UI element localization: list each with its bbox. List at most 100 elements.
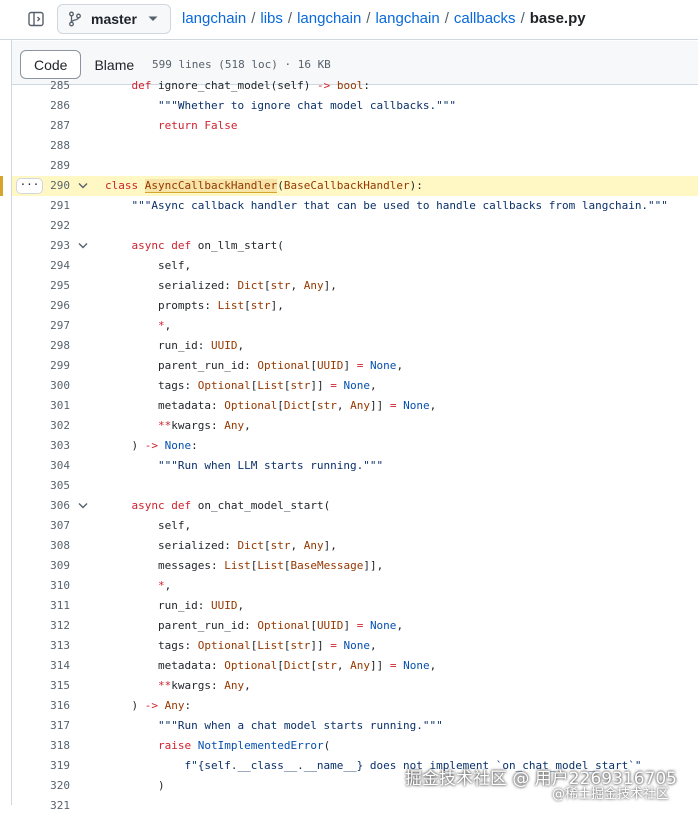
line-number[interactable]: 313 [25,636,70,656]
code-view: 285 def ignore_chat_model(self) -> bool:… [0,76,698,816]
breadcrumb-link-repo[interactable]: langchain [182,10,246,27]
breadcrumb-separator: / [520,10,525,27]
line-number[interactable]: 291 [25,196,70,216]
code-line: 318 raise NotImplementedError( [12,736,698,756]
code-line: 294 self, [12,256,698,276]
code-line: 297 *, [12,316,698,336]
line-number[interactable]: 312 [25,616,70,636]
file-header-bar: master langchain / libs / langchain / langchai… [0,0,698,40]
code-text: metadata: Optional[Dict[str, Any]] = Non… [105,659,437,672]
line-number[interactable]: 307 [25,516,70,536]
code-line: 304 """Run when LLM starts running.""" [12,456,698,476]
code-text: run_id: UUID, [105,599,245,612]
line-number[interactable]: 286 [25,96,70,116]
code-line: 303 ) -> None: [12,436,698,456]
breadcrumb-separator: / [287,10,293,27]
line-number[interactable]: 292 [25,216,70,236]
line-number[interactable]: 302 [25,416,70,436]
line-number[interactable]: 308 [25,536,70,556]
code-text: **kwargs: Any, [157,419,251,432]
line-number[interactable]: 300 [25,376,70,396]
line-number[interactable]: 296 [25,296,70,316]
line-number[interactable]: 314 [25,656,70,676]
line-number[interactable]: 285 [25,76,70,96]
code-line: 301 metadata: Optional[Dict[str, Any]] =… [12,396,698,416]
code-line: 289 [12,156,698,176]
breadcrumb-link-callbacks[interactable]: callbacks [454,10,516,27]
side-panel-icon [28,11,44,27]
branch-selector-button[interactable]: master [57,4,171,34]
code-line: 310 *, [12,576,698,596]
fold-chevron-icon[interactable] [78,502,88,510]
code-text: parent_run_id: Optional[UUID] = None, [105,359,404,372]
code-line: 292 [12,216,698,236]
breadcrumb-separator: / [366,10,371,27]
line-number[interactable]: 316 [25,696,70,716]
code-line: 298 run_id: UUID, [12,336,698,356]
code-line: 316 ) -> Any: [12,696,698,716]
code-line: 307 self, [12,516,698,536]
line-number[interactable]: 320 [25,776,70,796]
code-line: 286 """Whether to ignore chat model call… [12,96,698,116]
line-number[interactable]: 319 [25,756,70,776]
line-number[interactable]: 303 [25,436,70,456]
line-number[interactable]: 318 [25,736,70,756]
code-text: *, [157,319,172,332]
code-line: 293 async def on_llm_start( [12,236,698,256]
chevron-down-icon [148,16,158,22]
line-number[interactable]: 301 [25,396,70,416]
code-text: async def on_chat_model_start( [131,499,331,512]
code-line: 291 """Async callback handler that can b… [12,196,698,216]
code-text: parent_run_id: Optional[UUID] = None, [105,619,404,632]
code-line: 313 tags: Optional[List[str]] = None, [12,636,698,656]
code-text: self, [105,259,192,272]
line-number[interactable]: 293 [25,236,70,256]
line-number[interactable]: 299 [25,356,70,376]
line-number[interactable]: 317 [25,716,70,736]
code-text: ) -> None: [105,439,198,452]
code-line: 285 def ignore_chat_model(self) -> bool: [12,76,698,96]
line-number[interactable]: 294 [25,256,70,276]
code-line: 287 return False [12,116,698,136]
code-line: 314 metadata: Optional[Dict[str, Any]] =… [12,656,698,676]
code-text: serialized: Dict[str, Any], [105,539,337,552]
line-number[interactable]: 290 [25,176,70,196]
line-number[interactable]: 309 [25,556,70,576]
line-number[interactable]: 295 [25,276,70,296]
tab-code[interactable]: Code [20,50,82,79]
code-text: """Async callback handler that can be us… [131,199,668,212]
line-number[interactable]: 304 [25,456,70,476]
code-line: 309 messages: List[List[BaseMessage]], [12,556,698,576]
breadcrumb-separator: / [251,10,256,27]
code-line: 311 run_id: UUID, [12,596,698,616]
line-number[interactable]: 305 [25,476,70,496]
line-number[interactable]: 311 [25,596,70,616]
fold-chevron-icon[interactable] [78,242,88,250]
code-line: ··· 290 class AsyncCallbackHandler(BaseCal… [0,176,698,196]
line-number[interactable]: 288 [25,136,70,156]
breadcrumb-link-libs[interactable]: libs [260,10,283,27]
breadcrumb-link-langchain-pkg[interactable]: langchain [297,10,361,27]
line-number[interactable]: 310 [25,576,70,596]
code-text: """Run when a chat model starts running.… [157,719,443,732]
code-text: messages: List[List[BaseMessage]], [105,559,384,572]
breadcrumb-link-langchain-module[interactable]: langchain [375,10,439,27]
view-mode-tabs: Code Blame [20,50,147,79]
line-number[interactable]: 306 [25,496,70,516]
tab-blame[interactable]: Blame [81,50,147,79]
code-text: class AsyncCallbackHandler(BaseCallbackH… [105,179,423,193]
line-number[interactable]: 297 [25,316,70,336]
fold-chevron-icon[interactable] [78,182,88,190]
highlighted-symbol[interactable]: AsyncCallbackHandler [144,179,278,193]
file-stats: 599 lines (518 loc) · 16 KB [152,58,331,71]
line-number[interactable]: 289 [25,156,70,176]
line-number[interactable]: 315 [25,676,70,696]
side-panel-toggle-button[interactable] [22,6,50,32]
breadcrumb-separator: / [444,10,449,27]
breadcrumb: langchain / libs / langchain / langchain / callb… [182,10,586,27]
watermark-site: @稀土掘金技术社区 [552,787,670,802]
code-text: def ignore_chat_model(self) -> bool: [131,79,370,92]
line-number[interactable]: 287 [25,116,70,136]
line-number[interactable]: 298 [25,336,70,356]
line-number[interactable]: 321 [25,796,70,816]
